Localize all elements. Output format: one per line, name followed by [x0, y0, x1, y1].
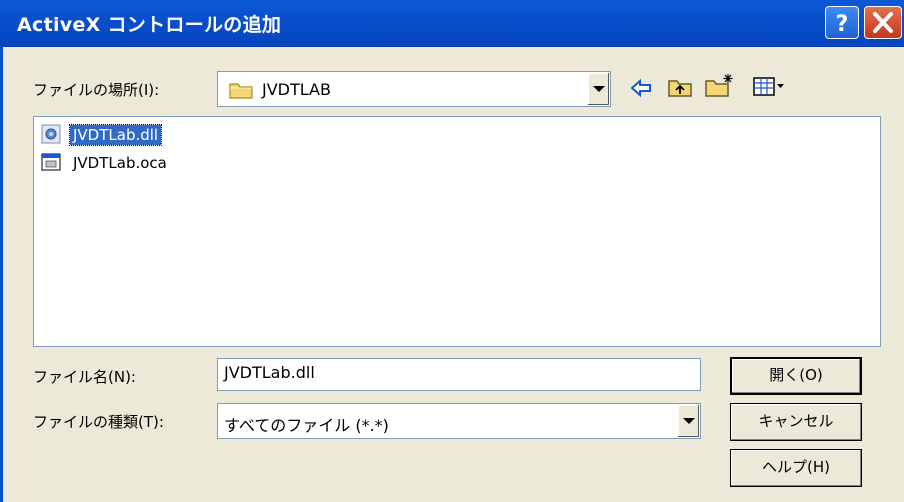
add-activex-dialog: ActiveX コントロールの追加 ? ファイルの場所(I): JVDTLAB	[0, 0, 904, 502]
location-dropdown-button[interactable]	[587, 73, 609, 105]
filetype-label: ファイルの種類(T):	[33, 413, 164, 431]
filename-label: ファイル名(N):	[33, 368, 136, 386]
location-combo[interactable]: JVDTLAB	[217, 71, 611, 107]
chevron-down-icon	[593, 86, 605, 92]
filename-value: JVDTLab.dll	[224, 363, 315, 382]
folder-icon	[229, 83, 253, 99]
cancel-button[interactable]: キャンセル	[730, 403, 862, 441]
file-name: JVDTLab.oca	[73, 154, 167, 172]
filetype-value: すべてのファイル (*.*)	[224, 416, 389, 435]
window-border	[0, 46, 3, 502]
help-title-button[interactable]: ?	[825, 6, 859, 39]
filetype-combo[interactable]: すべてのファイル (*.*)	[217, 403, 701, 439]
back-arrow-icon[interactable]	[630, 78, 652, 98]
dll-file-icon	[41, 124, 61, 144]
file-name: JVDTLab.dll	[68, 124, 163, 146]
svg-text:?: ?	[836, 12, 849, 37]
location-label: ファイルの場所(I):	[33, 81, 160, 99]
new-folder-icon[interactable]	[704, 72, 736, 98]
filetype-dropdown-button[interactable]	[677, 405, 699, 437]
view-menu-icon[interactable]	[752, 76, 786, 98]
oca-file-icon	[41, 153, 61, 171]
close-icon	[873, 12, 893, 33]
file-list[interactable]: JVDTLab.dll JVDTLab.oca	[33, 116, 881, 347]
window-title: ActiveX コントロールの追加	[17, 14, 282, 36]
up-folder-icon[interactable]	[667, 76, 693, 98]
open-button[interactable]: 開く(O)	[730, 357, 862, 395]
help-button[interactable]: ヘルプ(H)	[730, 449, 862, 487]
filename-input[interactable]: JVDTLab.dll	[217, 358, 701, 391]
title-bar[interactable]: ActiveX コントロールの追加 ?	[0, 0, 904, 47]
location-value: JVDTLAB	[262, 80, 331, 99]
question-mark-icon: ?	[836, 12, 849, 37]
chevron-down-icon	[683, 418, 695, 424]
close-button[interactable]	[864, 6, 902, 39]
